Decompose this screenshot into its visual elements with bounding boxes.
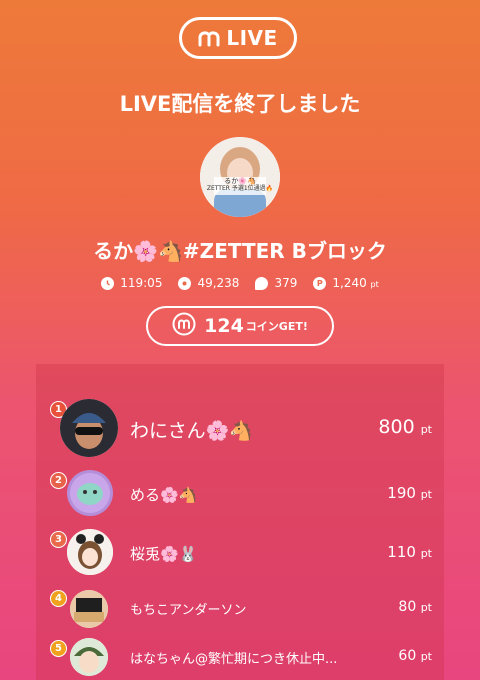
comments-stat: 379 — [255, 276, 297, 290]
rank-badge: 2 — [50, 472, 67, 489]
user-avatar — [70, 590, 108, 628]
coin-amount: 124 — [204, 315, 244, 337]
avatar-caption-1: るか🌸🐴 — [224, 177, 256, 185]
points-value: 1,240 — [332, 276, 367, 290]
coin-label: コインGET! — [245, 320, 308, 333]
ranking-list: 1 わにさん🌸🐴 800 pt 2 める🌸🐴 190 pt 3 桜兎🌸🐰 110… — [36, 364, 444, 680]
user-avatar — [70, 638, 108, 676]
ranking-row[interactable]: 3 桜兎🌸🐰 110 pt — [36, 527, 444, 577]
rank-badge: 5 — [50, 640, 67, 657]
ranking-row[interactable]: 5 はなちゃん@繁忙期につき休止中... 60 pt — [36, 636, 444, 680]
coin-get-badge: 124 コインGET! — [146, 306, 334, 346]
ranking-row[interactable]: 1 わにさん🌸🐴 800 pt — [36, 394, 444, 464]
user-name: もちこアンダーソン — [130, 603, 247, 618]
user-avatar — [67, 529, 113, 575]
user-name: める🌸🐴 — [130, 486, 198, 504]
score-unit: pt — [420, 650, 432, 663]
ranking-row[interactable]: 2 める🌸🐴 190 pt — [36, 468, 444, 518]
points-icon: P — [313, 276, 327, 290]
logo-text: LIVE — [226, 26, 278, 50]
m-logo-icon — [198, 29, 220, 47]
duration-stat: 119:05 — [101, 276, 162, 290]
viewers-stat: 49,238 — [178, 276, 239, 290]
score-unit: pt — [420, 423, 432, 436]
score-value: 190 — [387, 484, 416, 502]
score-unit: pt — [420, 547, 432, 560]
eye-icon — [178, 276, 192, 290]
duration-value: 119:05 — [120, 276, 163, 290]
rank-badge: 4 — [50, 590, 67, 607]
score-value: 60 — [398, 648, 417, 664]
streamer-avatar[interactable]: るか🌸🐴 ZETTER 予選1位通過🔥 — [200, 137, 280, 217]
page-title: LIVE配信を終了しました — [119, 92, 361, 116]
comments-value: 379 — [274, 276, 298, 290]
stats-row: 119:05 49,238 379 P 1,240 pt — [0, 276, 480, 290]
score-value: 80 — [398, 599, 417, 615]
points-stat: P 1,240 pt — [313, 276, 379, 290]
clock-icon — [101, 276, 115, 290]
rank-badge: 3 — [50, 531, 67, 548]
score-unit: pt — [420, 601, 432, 614]
score-unit: pt — [420, 488, 432, 501]
user-name: はなちゃん@繁忙期につき休止中... — [130, 652, 338, 667]
live-logo: LIVE — [179, 17, 297, 59]
points-unit: pt — [370, 280, 379, 289]
user-avatar — [67, 470, 113, 516]
comment-icon — [255, 276, 269, 290]
score-value: 800 — [378, 416, 415, 438]
user-name: 桜兎🌸🐰 — [130, 545, 198, 563]
ranking-row[interactable]: 4 もちこアンダーソン 80 pt — [36, 586, 444, 630]
user-avatar — [60, 399, 118, 457]
score-value: 110 — [387, 543, 416, 561]
coin-icon — [172, 312, 196, 340]
viewers-value: 49,238 — [197, 276, 240, 290]
user-name: わにさん🌸🐴 — [130, 420, 253, 442]
avatar-caption-2: ZETTER 予選1位通過🔥 — [206, 185, 274, 192]
stream-title: るか🌸🐴#ZETTER Bブロック — [93, 239, 387, 263]
